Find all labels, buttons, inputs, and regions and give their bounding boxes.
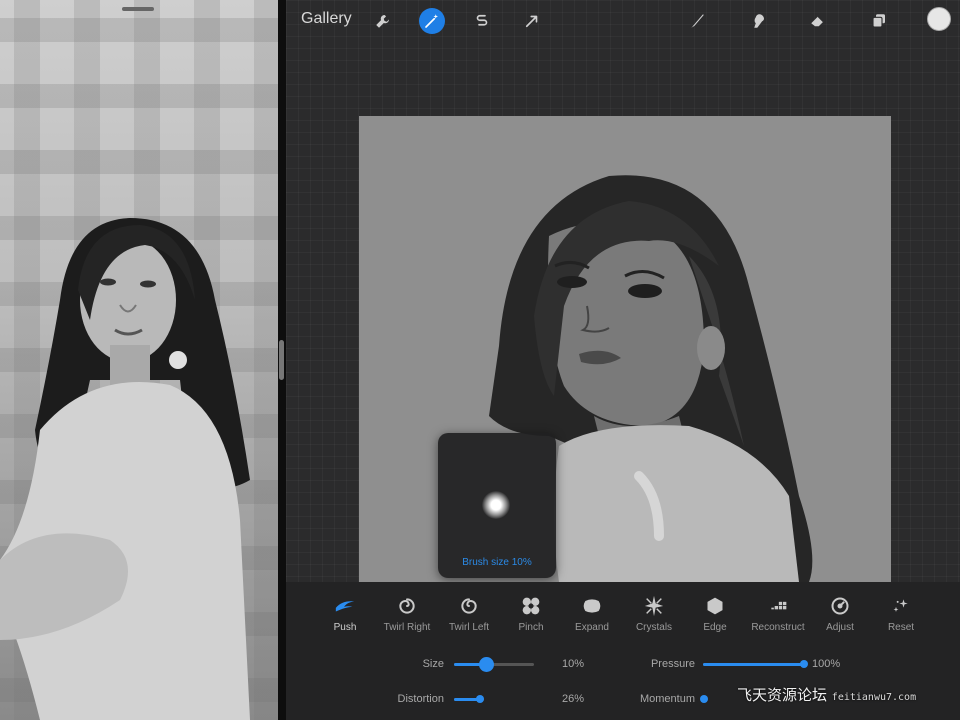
split-view-divider-grip[interactable] [279, 340, 284, 380]
momentum-slider[interactable] [700, 695, 710, 703]
liquify-mode-label: Crystals [635, 622, 673, 633]
distortion-value: 26% [562, 693, 585, 705]
procreate-app: Gallery Brush size 10% Push Twirl Right … [286, 0, 960, 720]
liquify-mode-label: Adjust [826, 622, 854, 633]
expand-icon [580, 594, 604, 618]
liquify-mode-pinch[interactable]: Pinch [498, 592, 564, 633]
liquify-mode-label: Push [333, 622, 357, 633]
magic-wand-icon[interactable] [419, 8, 445, 34]
size-value: 10% [562, 658, 585, 670]
momentum-slider-knob[interactable] [700, 695, 708, 703]
color-swatch[interactable] [927, 7, 951, 31]
liquify-mode-label: Twirl Left [448, 622, 489, 633]
size-slider[interactable] [454, 657, 534, 672]
crystals-icon [642, 594, 666, 618]
reference-photo-pane [0, 0, 278, 720]
reset-sparkle-icon [889, 594, 913, 618]
liquify-mode-twirl-right[interactable]: Twirl Right [374, 592, 440, 633]
twirl-right-icon [395, 594, 419, 618]
liquify-mode-twirl-left[interactable]: Twirl Left [436, 592, 502, 633]
liquify-mode-expand[interactable]: Expand [559, 592, 625, 633]
pressure-slider[interactable] [703, 660, 808, 668]
liquify-mode-label: Expand [575, 622, 609, 633]
liquify-mode-label: Pinch [518, 622, 544, 633]
watermark-domain: feitianwu7.com [831, 692, 917, 703]
wrench-icon[interactable] [370, 8, 396, 34]
edge-icon [703, 594, 727, 618]
adjust-icon [828, 594, 852, 618]
pressure-label: Pressure [650, 658, 695, 670]
liquify-mode-reconstruct[interactable]: Reconstruct [745, 592, 811, 633]
split-view-handle[interactable] [122, 7, 154, 11]
liquify-mode-push[interactable]: Push [312, 592, 378, 633]
pressure-value: 100% [812, 658, 841, 670]
liquify-mode-label: Edge [703, 622, 727, 633]
watermark: 飞天资源论坛 feitianwu7.com [737, 684, 916, 705]
liquify-mode-crystals[interactable]: Crystals [621, 592, 687, 633]
transform-arrow-icon[interactable] [519, 8, 545, 34]
reference-photo-woman [0, 218, 250, 720]
size-label: Size [422, 658, 444, 670]
liquify-mode-label: Reset [887, 622, 915, 633]
brush-icon[interactable] [684, 8, 710, 34]
layers-icon[interactable] [866, 8, 892, 34]
smudge-icon[interactable] [745, 8, 771, 34]
distortion-slider-knob[interactable] [476, 695, 484, 703]
brush-size-label: Brush size 10% [462, 557, 532, 568]
reconstruct-icon [766, 594, 790, 618]
liquify-mode-label: Twirl Right [383, 622, 431, 633]
liquify-mode-reset-sparkle[interactable]: Reset [868, 592, 934, 633]
size-slider-knob[interactable] [479, 657, 494, 672]
eraser-icon[interactable] [805, 8, 831, 34]
pressure-slider-knob[interactable] [800, 660, 808, 668]
distortion-label: Distortion [397, 693, 444, 705]
pinch-icon [519, 594, 543, 618]
top-toolbar: Gallery [286, 0, 960, 40]
liquify-mode-edge[interactable]: Edge [682, 592, 748, 633]
momentum-label: Momentum [639, 693, 695, 705]
pressure-slider-fill [703, 663, 804, 666]
distortion-slider[interactable] [454, 695, 484, 703]
brush-size-popup: Brush size 10% [438, 433, 556, 578]
liquify-mode-adjust[interactable]: Adjust [807, 592, 873, 633]
liquify-mode-label: Reconstruct [751, 622, 805, 633]
watermark-text: 飞天资源论坛 [737, 686, 828, 704]
twirl-left-icon [457, 594, 481, 618]
brush-preview-dot [482, 491, 510, 519]
push-icon [333, 594, 357, 618]
gallery-button[interactable]: Gallery [301, 10, 352, 28]
selection-s-icon[interactable] [469, 8, 495, 34]
